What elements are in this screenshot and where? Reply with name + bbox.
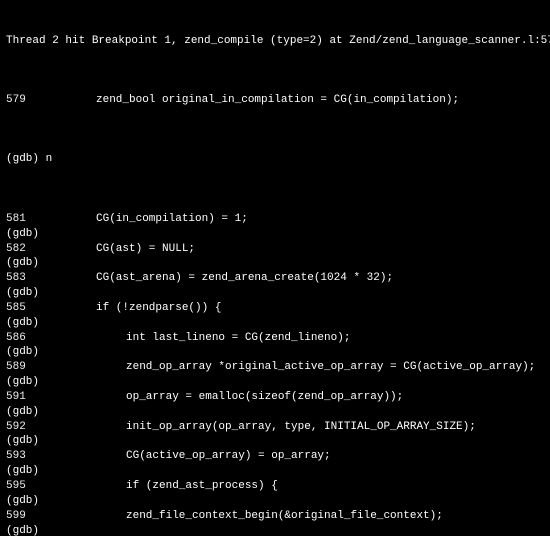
gdb-prompt-text: (gdb) [6,256,39,271]
source-line: 582 CG(ast) = NULL; [6,242,544,257]
gdb-prompt[interactable]: (gdb) [6,286,544,301]
line-number: 586 [6,331,36,346]
gdb-prompt[interactable]: (gdb) [6,227,544,242]
gdb-prompt-with-command[interactable]: (gdb) n [6,152,544,167]
line-number: 593 [6,449,36,464]
gdb-prompt-text: (gdb) [6,286,39,301]
gdb-prompt[interactable]: (gdb) [6,316,544,331]
line-number: 581 [6,212,36,227]
terminal: Thread 2 hit Breakpoint 1, zend_compile … [0,0,550,536]
source-line: 599 zend_file_context_begin(&original_fil… [6,509,544,524]
line-number: 599 [6,509,36,524]
source-code: zend_file_context_begin(&original_file_c… [126,509,443,524]
gdb-prompt-text: (gdb) [6,524,39,536]
source-code: init_op_array(op_array, type, INITIAL_OP… [126,420,476,435]
source-line: 586 int last_lineno = CG(zend_lineno); [6,331,544,346]
source-line: 581 CG(in_compilation) = 1; [6,212,544,227]
line-number: 595 [6,479,36,494]
breakpoint-header: Thread 2 hit Breakpoint 1, zend_compile … [6,34,544,49]
gdb-prompt[interactable]: (gdb) [6,345,544,360]
source-code: CG(ast) = NULL; [96,242,195,257]
source-code: CG(ast_arena) = zend_arena_create(1024 *… [96,271,393,286]
gdb-prompt-text: (gdb) [6,227,39,242]
gdb-prompt[interactable]: (gdb) [6,524,544,536]
source-code: CG(in_compilation) = 1; [96,212,248,227]
gdb-prompt[interactable]: (gdb) [6,464,544,479]
line-number: 591 [6,390,36,405]
gdb-prompt-text: (gdb) [6,345,39,360]
gdb-prompt[interactable]: (gdb) [6,405,544,420]
source-code: zend_bool original_in_compilation = CG(i… [96,93,459,108]
gdb-prompt-text: (gdb) [6,316,39,331]
line-number: 579 [6,93,36,108]
source-line: 585 if (!zendparse()) { [6,301,544,316]
source-code: zend_op_array *original_active_op_array … [126,360,535,375]
line-number: 585 [6,301,36,316]
gdb-prompt[interactable]: (gdb) [6,494,544,509]
source-line: 593 CG(active_op_array) = op_array; [6,449,544,464]
source-line: 595 if (zend_ast_process) { [6,479,544,494]
gdb-prompt-text: (gdb) [6,464,39,479]
source-code: op_array = emalloc(sizeof(zend_op_array)… [126,390,403,405]
gdb-prompt[interactable]: (gdb) [6,434,544,449]
source-line: 583 CG(ast_arena) = zend_arena_create(102… [6,271,544,286]
gdb-prompt-text: (gdb) [6,494,39,509]
gdb-prompt-text: (gdb) [6,405,39,420]
gdb-prompt-text: (gdb) [6,375,39,390]
source-code: if (!zendparse()) { [96,301,221,316]
line-number: 589 [6,360,36,375]
gdb-prompt[interactable]: (gdb) [6,256,544,271]
source-line: 591 op_array = emalloc(sizeof(zend_op_arr… [6,390,544,405]
source-code: if (zend_ast_process) { [126,479,278,494]
line-number: 583 [6,271,36,286]
gdb-prompt-text: (gdb) [6,434,39,449]
gdb-prompt[interactable]: (gdb) [6,375,544,390]
source-line: 579 zend_bool original_in_compilation = … [6,93,544,108]
source-code: CG(active_op_array) = op_array; [126,449,331,464]
source-code: int last_lineno = CG(zend_lineno); [126,331,350,346]
gdb-command-line[interactable]: (gdb) n [6,152,52,167]
breakpoint-header-text: Thread 2 hit Breakpoint 1, zend_compile … [6,34,550,49]
source-line: 592 init_op_array(op_array, type, INITIAL… [6,420,544,435]
line-number: 592 [6,420,36,435]
source-line: 589 zend_op_array *original_active_op_arr… [6,360,544,375]
line-number: 582 [6,242,36,257]
